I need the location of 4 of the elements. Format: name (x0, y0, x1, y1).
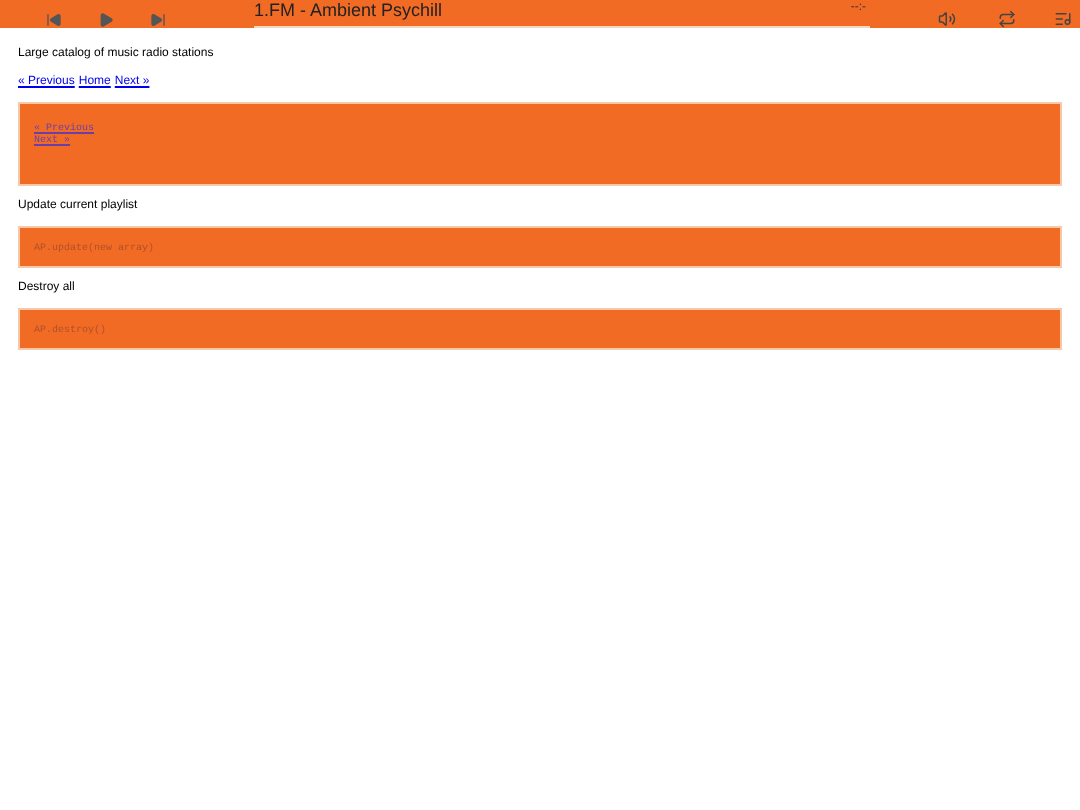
track-title: 1.FM - Ambient Psychill (254, 0, 443, 22)
play-icon[interactable] (98, 12, 114, 28)
next-icon[interactable] (150, 12, 166, 28)
previous-icon[interactable] (46, 12, 62, 28)
